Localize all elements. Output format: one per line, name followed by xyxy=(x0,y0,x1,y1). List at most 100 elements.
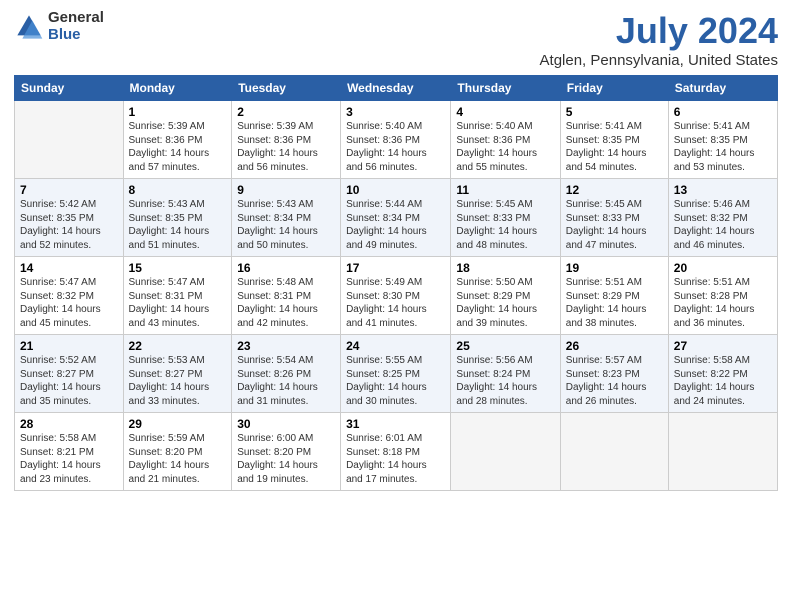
sunrise: Sunrise: 5:51 AM xyxy=(674,277,750,288)
sunrise: Sunrise: 5:48 AM xyxy=(237,277,313,288)
day-info: Sunrise: 5:47 AMSunset: 8:32 PMDaylight:… xyxy=(20,276,118,330)
day-info: Sunrise: 5:40 AMSunset: 8:36 PMDaylight:… xyxy=(346,120,445,174)
table-row: 12Sunrise: 5:45 AMSunset: 8:33 PMDayligh… xyxy=(560,179,668,257)
daylight: Daylight: 14 hours and 28 minutes. xyxy=(456,382,537,407)
daylight: Daylight: 14 hours and 57 minutes. xyxy=(129,148,210,173)
calendar-week-row: 28Sunrise: 5:58 AMSunset: 8:21 PMDayligh… xyxy=(15,413,778,491)
daylight: Daylight: 14 hours and 21 minutes. xyxy=(129,460,210,485)
sunrise: Sunrise: 5:44 AM xyxy=(346,199,422,210)
day-info: Sunrise: 5:59 AMSunset: 8:20 PMDaylight:… xyxy=(129,432,227,486)
sunrise: Sunrise: 5:49 AM xyxy=(346,277,422,288)
sunrise: Sunrise: 5:43 AM xyxy=(129,199,205,210)
day-number: 10 xyxy=(346,183,445,197)
table-row: 27Sunrise: 5:58 AMSunset: 8:22 PMDayligh… xyxy=(668,335,777,413)
daylight: Daylight: 14 hours and 26 minutes. xyxy=(566,382,647,407)
day-number: 15 xyxy=(129,261,227,275)
logo-icon xyxy=(14,12,44,42)
sunrise: Sunrise: 5:51 AM xyxy=(566,277,642,288)
sunrise: Sunrise: 5:50 AM xyxy=(456,277,532,288)
sunrise: Sunrise: 5:46 AM xyxy=(674,199,750,210)
table-row: 8Sunrise: 5:43 AMSunset: 8:35 PMDaylight… xyxy=(123,179,232,257)
subtitle: Atglen, Pennsylvania, United States xyxy=(540,52,778,69)
daylight: Daylight: 14 hours and 45 minutes. xyxy=(20,304,101,329)
table-row: 18Sunrise: 5:50 AMSunset: 8:29 PMDayligh… xyxy=(451,257,560,335)
table-row: 2Sunrise: 5:39 AMSunset: 8:36 PMDaylight… xyxy=(232,101,341,179)
sunset: Sunset: 8:24 PM xyxy=(456,369,530,380)
table-row: 13Sunrise: 5:46 AMSunset: 8:32 PMDayligh… xyxy=(668,179,777,257)
sunrise: Sunrise: 5:58 AM xyxy=(20,433,96,444)
sunset: Sunset: 8:35 PM xyxy=(674,135,748,146)
table-row xyxy=(15,101,124,179)
table-row: 19Sunrise: 5:51 AMSunset: 8:29 PMDayligh… xyxy=(560,257,668,335)
sunset: Sunset: 8:30 PM xyxy=(346,291,420,302)
day-info: Sunrise: 5:58 AMSunset: 8:22 PMDaylight:… xyxy=(674,354,772,408)
sunset: Sunset: 8:18 PM xyxy=(346,447,420,458)
sunset: Sunset: 8:23 PM xyxy=(566,369,640,380)
sunrise: Sunrise: 5:56 AM xyxy=(456,355,532,366)
day-number: 23 xyxy=(237,339,335,353)
day-info: Sunrise: 5:40 AM Sunset: 8:36 PM Daylight:… xyxy=(456,120,554,174)
table-row: 10Sunrise: 5:44 AMSunset: 8:34 PMDayligh… xyxy=(341,179,451,257)
daylight: Daylight: 14 hours and 55 minutes. xyxy=(456,148,537,173)
sunset: Sunset: 8:36 PM xyxy=(456,135,530,146)
day-number: 20 xyxy=(674,261,772,275)
sunrise: Sunrise: 5:58 AM xyxy=(674,355,750,366)
sunset: Sunset: 8:29 PM xyxy=(456,291,530,302)
day-number: 1 xyxy=(129,105,227,119)
table-row: 5Sunrise: 5:41 AMSunset: 8:35 PMDaylight… xyxy=(560,101,668,179)
sunset: Sunset: 8:29 PM xyxy=(566,291,640,302)
day-number: 11 xyxy=(456,183,554,197)
day-number: 12 xyxy=(566,183,663,197)
table-row: 4Sunrise: 5:40 AMSunset: 8:36 PMDaylight… xyxy=(451,101,560,179)
table-row: 17Sunrise: 5:49 AMSunset: 8:30 PMDayligh… xyxy=(341,257,451,335)
day-number: 21 xyxy=(20,339,118,353)
daylight: Daylight: 14 hours and 54 minutes. xyxy=(566,148,647,173)
sunrise: Sunrise: 5:45 AM xyxy=(566,199,642,210)
daylight: Daylight: 14 hours and 35 minutes. xyxy=(20,382,101,407)
day-number: 3 xyxy=(346,105,445,119)
sunrise: Sunrise: 5:41 AM xyxy=(674,121,750,132)
day-info: Sunrise: 5:52 AMSunset: 8:27 PMDaylight:… xyxy=(20,354,118,408)
table-row: 25Sunrise: 5:56 AMSunset: 8:24 PMDayligh… xyxy=(451,335,560,413)
daylight: Daylight: 14 hours and 47 minutes. xyxy=(566,226,647,251)
page: General Blue July 2024 Atglen, Pennsylva… xyxy=(0,0,792,612)
daylight: Daylight: 14 hours and 48 minutes. xyxy=(456,226,537,251)
sunset: Sunset: 8:20 PM xyxy=(129,447,203,458)
daylight: Daylight: 14 hours and 56 minutes. xyxy=(346,148,427,173)
calendar: Sunday Monday Tuesday Wednesday Thursday… xyxy=(14,75,778,491)
sunset: Sunset: 8:33 PM xyxy=(456,213,530,224)
day-number: 19 xyxy=(566,261,663,275)
sunrise: Sunrise: 5:52 AM xyxy=(20,355,96,366)
sunset: Sunset: 8:35 PM xyxy=(566,135,640,146)
logo-blue: Blue xyxy=(48,27,104,44)
day-info: Sunrise: 5:50 AM Sunset: 8:29 PM Daylight:… xyxy=(456,276,554,330)
sunrise: Sunrise: 5:40 AM xyxy=(456,121,532,132)
table-row: 28Sunrise: 5:58 AMSunset: 8:21 PMDayligh… xyxy=(15,413,124,491)
day-number: 27 xyxy=(674,339,772,353)
day-info: Sunrise: 5:43 AMSunset: 8:34 PMDaylight:… xyxy=(237,198,335,252)
logo: General Blue xyxy=(14,10,104,43)
sunrise: Sunrise: 5:47 AM xyxy=(129,277,205,288)
col-wednesday: Wednesday xyxy=(341,76,451,101)
day-info: Sunrise: 5:54 AMSunset: 8:26 PMDaylight:… xyxy=(237,354,335,408)
sunrise: Sunrise: 5:39 AM xyxy=(129,121,205,132)
daylight: Daylight: 14 hours and 42 minutes. xyxy=(237,304,318,329)
day-number: 5 xyxy=(566,105,663,119)
day-info: Sunrise: 5:45 AMSunset: 8:33 PMDaylight:… xyxy=(456,198,554,252)
logo-text: General Blue xyxy=(48,10,104,43)
day-info: Sunrise: 5:41 AMSunset: 8:35 PMDaylight:… xyxy=(674,120,772,174)
day-number: 26 xyxy=(566,339,663,353)
logo-general: General xyxy=(48,10,104,27)
daylight: Daylight: 14 hours and 30 minutes. xyxy=(346,382,427,407)
sunset: Sunset: 8:32 PM xyxy=(674,213,748,224)
daylight: Daylight: 14 hours and 23 minutes. xyxy=(20,460,101,485)
day-info: Sunrise: 5:47 AMSunset: 8:31 PMDaylight:… xyxy=(129,276,227,330)
daylight: Daylight: 14 hours and 17 minutes. xyxy=(346,460,427,485)
sunset: Sunset: 8:36 PM xyxy=(129,135,203,146)
daylight: Daylight: 14 hours and 39 minutes. xyxy=(456,304,537,329)
day-info: Sunrise: 5:39 AM Sunset: 8:36 PM Daylight:… xyxy=(129,120,227,174)
daylight: Daylight: 14 hours and 24 minutes. xyxy=(674,382,755,407)
day-info: Sunrise: 5:41 AMSunset: 8:35 PMDaylight:… xyxy=(566,120,663,174)
daylight: Daylight: 14 hours and 56 minutes. xyxy=(237,148,318,173)
sunrise: Sunrise: 5:47 AM xyxy=(20,277,96,288)
